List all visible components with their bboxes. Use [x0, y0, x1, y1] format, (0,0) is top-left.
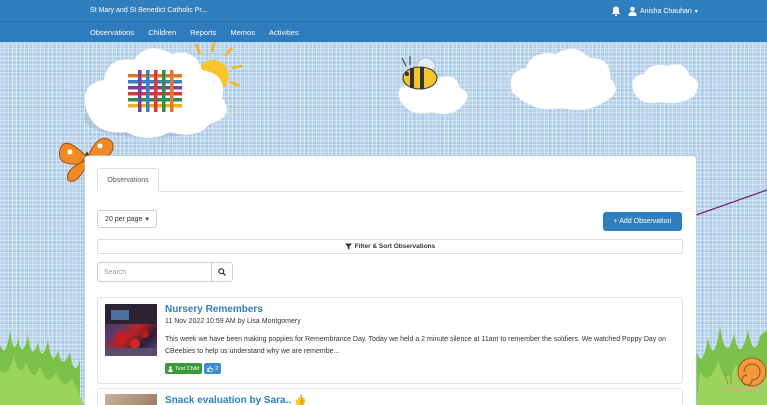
thumbs-up-emoji-icon: 👍	[293, 395, 307, 405]
filter-icon	[344, 243, 352, 250]
cloud-right-2	[632, 64, 699, 104]
nav-reports[interactable]: Reports	[190, 28, 216, 37]
grass-left	[0, 330, 84, 405]
child-tag-label: Test Child	[175, 365, 200, 372]
caret-down-icon: ▾	[694, 8, 698, 15]
tab-observations[interactable]: Observations	[97, 168, 159, 192]
photo-thumbnail	[105, 304, 157, 356]
per-page-dropdown[interactable]: 20 per page ▾	[97, 210, 157, 228]
add-observation-button[interactable]: + Add Observation	[603, 212, 682, 231]
filter-label: Filter & Sort Observations	[354, 243, 436, 250]
child-tag[interactable]: Test Child	[165, 363, 203, 374]
observation-tags: Test Child 2	[165, 363, 222, 374]
search-input[interactable]	[97, 262, 211, 282]
nav-observations[interactable]: Observations	[90, 28, 134, 37]
observation-card: Nursery Remembers 11 Nov 2022 10:59 AM b…	[97, 297, 683, 384]
likes-count: 2	[215, 365, 219, 372]
observation-card: Snack evaluation by Sara.. 👍	[97, 388, 683, 405]
observation-title-text: Snack evaluation by Sara..	[165, 395, 292, 405]
observation-title[interactable]: Nursery Remembers	[165, 304, 263, 315]
school-name[interactable]: St Mary and St Benedict Catholic Pr...	[90, 7, 207, 14]
user-menu[interactable]: Anisha Chauhan ▾	[628, 5, 698, 17]
top-bar: St Mary and St Benedict Catholic Pr... A…	[0, 0, 767, 22]
main-nav: Observations Children Reports Memos Acti…	[0, 22, 767, 42]
observations-panel: Observations 20 per page ▾ + Add Observa…	[85, 156, 696, 405]
nav-activities[interactable]: Activities	[269, 28, 299, 37]
filter-sort-toggle[interactable]: Filter & Sort Observations	[97, 239, 683, 254]
observation-thumbnail[interactable]	[105, 394, 157, 405]
observation-text: This week we have been making poppies fo…	[165, 336, 667, 355]
nav-memos[interactable]: Memos	[230, 28, 255, 37]
thumbs-up-icon	[207, 365, 214, 372]
child-icon	[168, 365, 173, 372]
bell-icon[interactable]	[610, 5, 622, 17]
search-icon	[218, 268, 226, 276]
cloud-right-1	[510, 48, 616, 110]
observation-title[interactable]: Snack evaluation by Sara.. 👍	[165, 395, 306, 405]
per-page-label: 20 per page	[105, 215, 143, 223]
bee-icon	[401, 56, 438, 90]
search-group	[97, 262, 233, 282]
likes-badge[interactable]: 2	[204, 363, 222, 374]
tabs-divider	[97, 191, 683, 192]
search-button[interactable]	[211, 262, 233, 282]
caret-down-icon: ▾	[145, 216, 149, 223]
nav-children[interactable]: Children	[148, 28, 176, 37]
user-name: Anisha Chauhan	[640, 7, 692, 15]
observation-thumbnail[interactable]	[105, 304, 157, 356]
user-icon	[628, 6, 637, 16]
observation-meta: 11 Nov 2022 10:59 AM by Lisa Montgomery	[165, 318, 301, 325]
